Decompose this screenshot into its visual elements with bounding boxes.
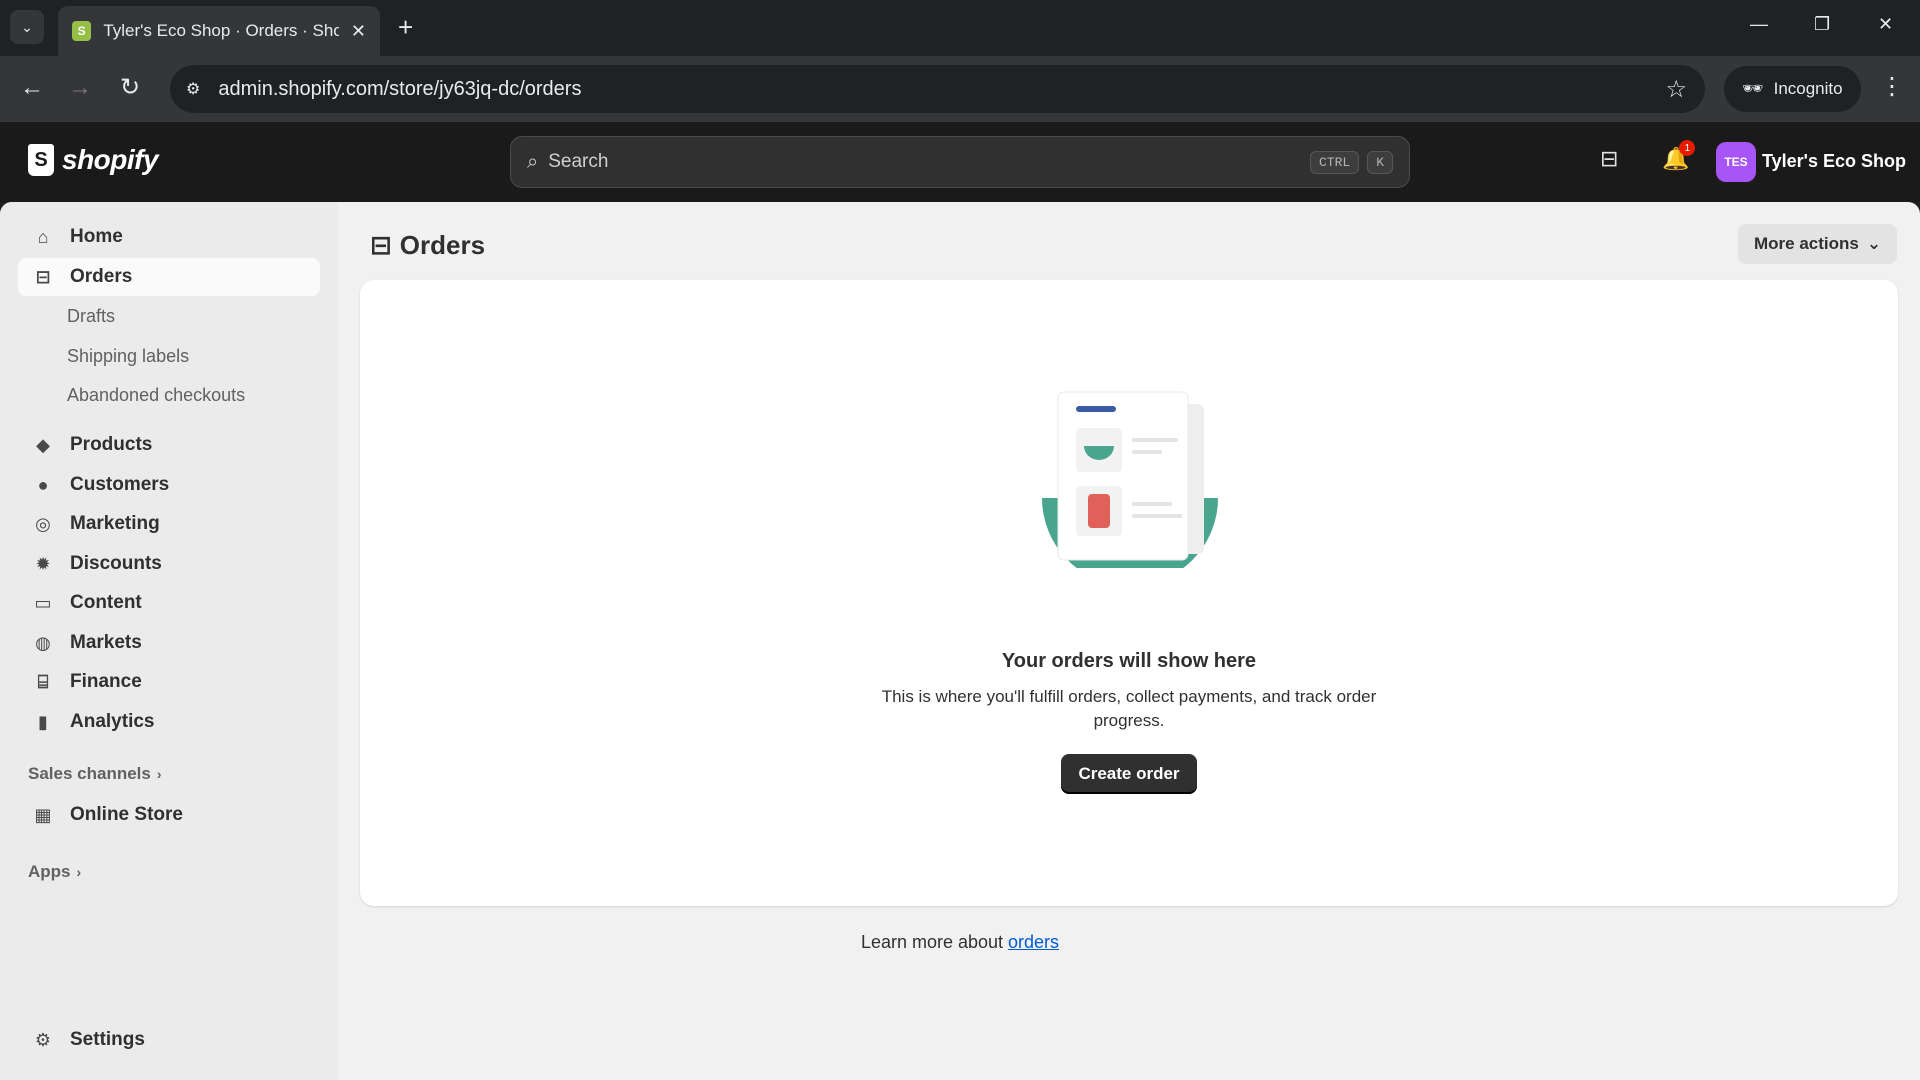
sidebar-item-label: Settings	[70, 1029, 145, 1050]
empty-state-description: This is where you'll fulfill orders, col…	[881, 687, 1377, 730]
apps-heading[interactable]: Apps ›	[28, 862, 81, 882]
create-order-button[interactable]: Create order	[1061, 754, 1197, 794]
sidebar-item-content[interactable]: ▭ Content	[18, 584, 320, 622]
orders-help-link[interactable]: orders	[1008, 932, 1059, 952]
sidebar-item-label: Marketing	[70, 513, 160, 534]
more-actions-label: More actions	[1754, 234, 1859, 253]
notification-badge: 1	[1679, 140, 1696, 156]
chevron-right-icon: ›	[76, 864, 82, 880]
section-label: Sales channels	[28, 764, 151, 783]
back-icon[interactable]: ←	[20, 74, 44, 102]
minimize-icon[interactable]: —	[1750, 14, 1768, 35]
sidebar-item-finance[interactable]: ⌸ Finance	[18, 663, 320, 701]
orders-icon: ⊟	[370, 230, 392, 260]
gear-icon: ⚙	[34, 1029, 52, 1050]
page-title: ⊟ Orders	[370, 230, 485, 261]
incognito-icon: 🕶	[1742, 79, 1764, 98]
globe-icon: ◍	[35, 632, 51, 653]
incognito-label: Incognito	[1773, 79, 1843, 98]
close-tab-icon[interactable]: ✕	[351, 21, 366, 42]
sidebar-item-label: Products	[70, 434, 153, 455]
search-bar[interactable]: ⌕ CTRL K	[510, 136, 1410, 188]
target-icon: ◎	[35, 513, 51, 534]
sidebar-item-orders[interactable]: ⊟ Orders	[18, 258, 320, 296]
chevron-right-icon: ›	[156, 766, 162, 782]
shopify-bag-icon: S	[28, 144, 54, 176]
shortcut-key-ctrl: CTRL	[1309, 150, 1360, 174]
tab-title: Tyler's Eco Shop · Orders · Shop	[103, 21, 339, 40]
sidebar-item-shipping-labels[interactable]: Shipping labels	[67, 346, 189, 367]
reload-icon[interactable]: ↻	[120, 74, 140, 102]
shopify-topbar: S shopify ⌕ CTRL K ⊟ 🔔1 TES Tyler's Eco …	[0, 122, 1920, 202]
search-icon: ⌕	[527, 150, 539, 173]
sidebar-item-home[interactable]: ⌂ Home	[18, 218, 320, 256]
site-info-icon[interactable]: ⚙	[186, 79, 200, 99]
sidebar-item-customers[interactable]: ● Customers	[18, 466, 320, 504]
chevron-down-icon: ⌄	[21, 18, 33, 35]
sidebar-item-label: Customers	[70, 474, 170, 495]
orders-icon: ⊟	[35, 266, 51, 287]
learn-more-text: Learn more about orders	[0, 932, 1920, 953]
person-icon: ●	[37, 474, 49, 495]
tab-search-button[interactable]: ⌄	[10, 10, 44, 44]
sidebar-item-products[interactable]: ◆ Products	[18, 426, 320, 464]
sales-channels-heading[interactable]: Sales channels ›	[28, 764, 162, 784]
store-avatar[interactable]: TES	[1716, 142, 1756, 182]
sidebar-item-markets[interactable]: ◍ Markets	[18, 624, 320, 662]
sidebar-item-discounts[interactable]: ✹ Discounts	[18, 545, 320, 583]
inbox-icon[interactable]: ⊟	[1600, 146, 1618, 172]
sidebar-item-label: Home	[70, 226, 123, 247]
content-icon: ▭	[34, 592, 52, 613]
bank-icon: ⌸	[37, 671, 49, 692]
section-label: Apps	[28, 862, 71, 881]
chevron-down-icon: ⌄	[1866, 234, 1882, 253]
page-title-text: Orders	[399, 230, 486, 260]
url-text[interactable]: admin.shopify.com/store/jy63jq-dc/orders	[218, 78, 581, 101]
close-window-icon[interactable]: ✕	[1878, 14, 1893, 35]
shopify-favicon-icon: S	[72, 21, 92, 41]
bar-chart-icon: ▮	[38, 711, 48, 732]
sidebar-item-analytics[interactable]: ▮ Analytics	[18, 703, 320, 741]
sidebar-item-label: Discounts	[70, 553, 162, 574]
forward-icon[interactable]: →	[68, 74, 92, 102]
browser-tab-active[interactable]: S Tyler's Eco Shop · Orders · Shop ✕	[58, 6, 380, 56]
sidebar-item-label: Markets	[70, 632, 142, 653]
tag-icon: ◆	[36, 434, 50, 455]
sidebar-item-drafts[interactable]: Drafts	[67, 306, 115, 327]
discount-icon: ✹	[35, 553, 51, 574]
home-icon: ⌂	[37, 226, 49, 247]
learn-more-prefix: Learn more about	[860, 932, 1009, 952]
empty-orders-illustration	[1042, 391, 1218, 568]
bookmark-star-icon[interactable]: ☆	[1665, 75, 1687, 104]
empty-state-card: Your orders will show here This is where…	[360, 280, 1898, 906]
sidebar-item-label: Finance	[70, 671, 142, 692]
store-name[interactable]: Tyler's Eco Shop	[1762, 151, 1906, 172]
search-input[interactable]	[548, 151, 1302, 173]
incognito-badge[interactable]: 🕶 Incognito	[1724, 66, 1861, 112]
notifications-bell-icon[interactable]: 🔔 1	[1662, 140, 1696, 172]
sidebar-item-label: Online Store	[70, 804, 183, 825]
sidebar-item-label: Analytics	[70, 711, 155, 732]
browser-menu-icon[interactable]: ⋮	[1880, 72, 1904, 101]
restore-icon[interactable]: ❐	[1814, 14, 1830, 35]
address-bar[interactable]: ⚙ admin.shopify.com/store/jy63jq-dc/orde…	[170, 65, 1705, 113]
sidebar-item-abandoned-checkouts[interactable]: Abandoned checkouts	[67, 385, 245, 406]
admin-app: ⌂ Home ⊟ Orders Drafts Shipping labels A…	[0, 202, 1920, 1080]
shopify-logo[interactable]: S shopify	[28, 144, 159, 176]
new-tab-button[interactable]: +	[398, 12, 413, 42]
sidebar-item-marketing[interactable]: ◎ Marketing	[18, 505, 320, 543]
browser-toolbar: ← → ↻ ⚙ admin.shopify.com/store/jy63jq-d…	[0, 56, 1920, 122]
sidebar-item-settings[interactable]: ⚙ Settings	[18, 1021, 320, 1059]
sidebar-item-label: Content	[70, 592, 142, 613]
store-icon: ▦	[34, 804, 52, 825]
sidebar-item-online-store[interactable]: ▦ Online Store	[18, 796, 320, 834]
more-actions-button[interactable]: More actions ⌄	[1738, 224, 1898, 264]
logo-text: shopify	[62, 144, 159, 175]
browser-tab-bar: ⌄ S Tyler's Eco Shop · Orders · Shop ✕ +…	[0, 0, 1920, 56]
sidebar-item-label: Orders	[70, 266, 133, 287]
empty-state-title: Your orders will show here	[1001, 650, 1257, 672]
shortcut-key-k: K	[1367, 150, 1393, 174]
